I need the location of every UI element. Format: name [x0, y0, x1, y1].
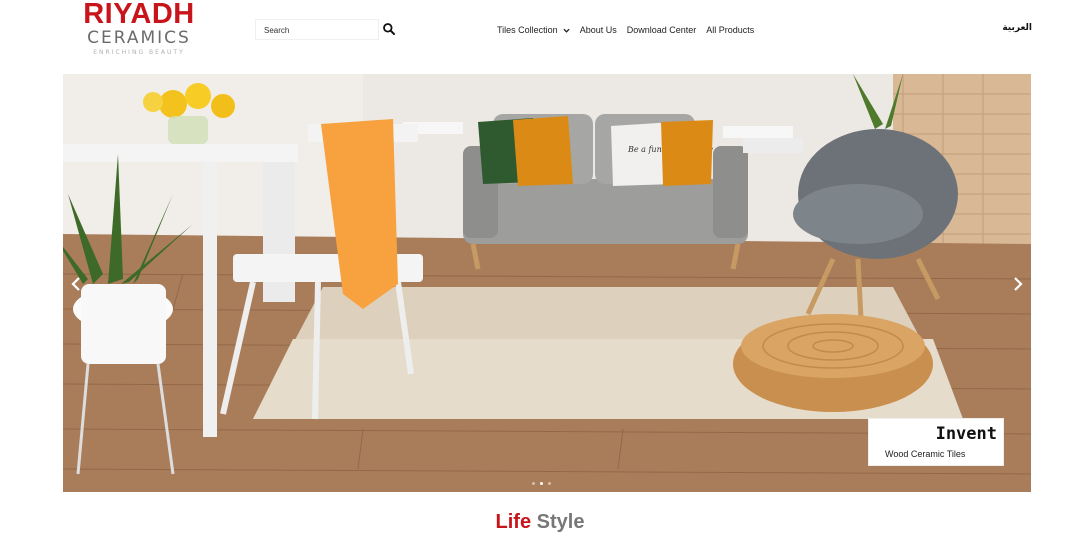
slider-dot[interactable] [548, 482, 551, 485]
language-switch[interactable]: العربية [1002, 23, 1032, 33]
chevron-right-icon[interactable] [1011, 276, 1025, 292]
section-title-rest: Style [536, 511, 585, 533]
chevron-down-icon [563, 28, 570, 33]
slider-dot[interactable] [532, 482, 535, 485]
nav-all-products[interactable]: All Products [706, 25, 754, 35]
nav-download-center[interactable]: Download Center [627, 25, 697, 35]
section-title: Life Style [0, 511, 1080, 534]
search-input[interactable] [256, 21, 378, 40]
slide-title: Invent [935, 424, 997, 444]
nav-tiles-collection-label: Tiles Collection [497, 25, 558, 35]
logo-wordmark: RIYADH [83, 0, 195, 30]
logo-subtitle: CERAMICS [87, 28, 191, 48]
nav-about-us[interactable]: About Us [580, 25, 617, 35]
chevron-left-icon[interactable] [69, 276, 83, 292]
slide-subtitle: Wood Ceramic Tiles [885, 449, 966, 459]
section-title-accent: Life [495, 511, 532, 533]
search-field[interactable] [255, 19, 379, 40]
site-header: RIYADH CERAMICS ENRICHING BEAUTY Tiles C… [0, 0, 1080, 74]
hero-slider: Be a fun happy place [63, 74, 1031, 492]
slider-dots [532, 482, 551, 485]
slide-caption: Invent Wood Ceramic Tiles [868, 418, 1004, 466]
brand-logo[interactable]: RIYADH CERAMICS ENRICHING BEAUTY [79, 0, 199, 62]
slider-dot-active[interactable] [540, 482, 543, 485]
search-icon[interactable] [382, 22, 396, 36]
nav-tiles-collection[interactable]: Tiles Collection [497, 25, 570, 35]
logo-tagline: ENRICHING BEAUTY [93, 49, 185, 56]
main-nav: Tiles Collection About Us Download Cente… [497, 23, 764, 37]
